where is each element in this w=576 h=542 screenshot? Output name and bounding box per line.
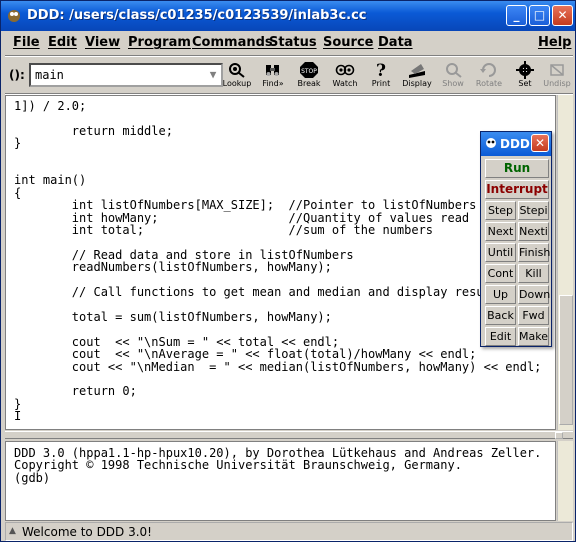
stepi-button[interactable]: Stepi [518,201,549,220]
display-label: Display [402,79,432,88]
chevron-down-icon[interactable]: ▼ [207,67,219,83]
edit-button[interactable]: Edit [485,327,516,346]
show-icon [446,63,462,78]
argument-value: main [35,68,64,82]
source-scrollbar-thumb[interactable] [559,295,573,425]
panel-title: DDD [500,137,530,151]
make-button[interactable]: Make [518,327,549,346]
back-button[interactable]: Back [485,306,516,325]
rotate-icon [480,63,496,77]
panel-close-button[interactable]: ✕ [531,134,549,152]
menu-separator [5,55,573,57]
status-text: Welcome to DDD 3.0! [22,525,152,539]
argument-label: (): [9,68,25,82]
find-label: Find» [262,79,284,88]
menu-view[interactable]: View [85,35,120,50]
cont-button[interactable]: Cont [485,264,516,283]
down-button[interactable]: Down [518,285,550,304]
print-icon: ? [376,61,386,79]
toolbar: (): main ▼ Lookup Find» STOP Break Watch… [5,58,573,92]
display-button[interactable]: Display [399,61,435,91]
menu-program[interactable]: Program [128,35,191,50]
fwd-button[interactable]: Fwd [518,306,549,325]
minimize-button[interactable]: _ [506,5,527,26]
next-button[interactable]: Next [485,222,516,241]
break-icon: STOP [300,62,318,78]
console-text: DDD 3.0 (hppa1.1-hp-hpux10.20), by Dorot… [14,446,542,485]
debugger-console[interactable]: DDD 3.0 (hppa1.1-hp-hpux10.20), by Dorot… [5,441,556,521]
print-button[interactable]: ? Print [363,61,399,91]
watch-label: Watch [332,79,358,88]
svg-text:?: ? [376,61,386,79]
console-scrollbar[interactable] [557,441,573,521]
step-button[interactable]: Step [485,201,516,220]
lookup-icon [229,63,245,78]
panel-title-bar[interactable]: DDD ✕ [481,132,551,156]
menu-help[interactable]: Help [538,35,571,50]
title-bar[interactable]: DDD: /users/class/c01235/c0123539/inlab3… [1,1,575,31]
display-icon [409,64,425,78]
menu-commands[interactable]: Commands [192,35,273,50]
undisp-button[interactable]: Undisp [539,61,575,91]
close-button[interactable]: ✕ [552,5,573,26]
watch-button[interactable]: Watch [327,61,363,91]
show-label: Show [442,79,464,88]
window-title: DDD: /users/class/c01235/c0123539/inlab3… [27,8,367,23]
find-icon [266,65,279,76]
kill-button[interactable]: Kill [518,264,549,283]
panel-bug-icon [486,138,496,148]
source-scrollbar[interactable] [557,95,573,430]
source-window[interactable]: 1]) / 2.0; return middle; } int main() {… [5,95,556,430]
watch-icon [335,64,355,76]
menu-bar: File Edit View Program Commands Status S… [5,32,573,54]
break-button[interactable]: STOP Break [291,61,327,91]
set-button[interactable]: Set [507,61,543,91]
pane-sash[interactable] [5,431,573,439]
interrupt-button[interactable]: Interrupt [485,180,549,199]
sash-handle[interactable] [555,432,563,439]
ddd-app-icon [8,10,20,22]
print-label: Print [371,79,391,88]
menu-file[interactable]: File [13,35,40,50]
menu-status[interactable]: Status [269,35,317,50]
lookup-label: Lookup [222,79,252,88]
status-bar: ▲ Welcome to DDD 3.0! [5,522,573,541]
undisp-label: Undisp [543,79,571,88]
lookup-button[interactable]: Lookup [219,61,255,91]
maximize-button[interactable]: □ [529,5,550,26]
finish-button[interactable]: Finish [518,243,550,262]
undisp-icon [550,64,564,76]
run-button[interactable]: Run [485,159,549,178]
command-tool-panel: DDD ✕ Run Interrupt Step Stepi Next Next… [480,131,552,347]
status-arrow-icon[interactable]: ▲ [9,526,16,536]
show-button[interactable]: Show [435,61,471,91]
rotate-label: Rotate [475,79,503,88]
find-button[interactable]: Find» [255,61,291,91]
up-button[interactable]: Up [485,285,516,304]
set-label: Set [518,79,532,88]
source-code: 1]) / 2.0; return middle; } int main() {… [14,99,542,424]
ddd-window: DDD: /users/class/c01235/c0123539/inlab3… [0,0,576,542]
rotate-button[interactable]: Rotate [471,61,507,91]
svg-text:STOP: STOP [301,68,317,75]
until-button[interactable]: Until [485,243,516,262]
break-label: Break [297,79,321,88]
argument-input[interactable]: main ▼ [29,63,223,87]
nexti-button[interactable]: Nexti [518,222,549,241]
menu-data[interactable]: Data [378,35,413,50]
set-icon [516,61,534,79]
menu-edit[interactable]: Edit [48,35,77,50]
menu-source[interactable]: Source [323,35,373,50]
